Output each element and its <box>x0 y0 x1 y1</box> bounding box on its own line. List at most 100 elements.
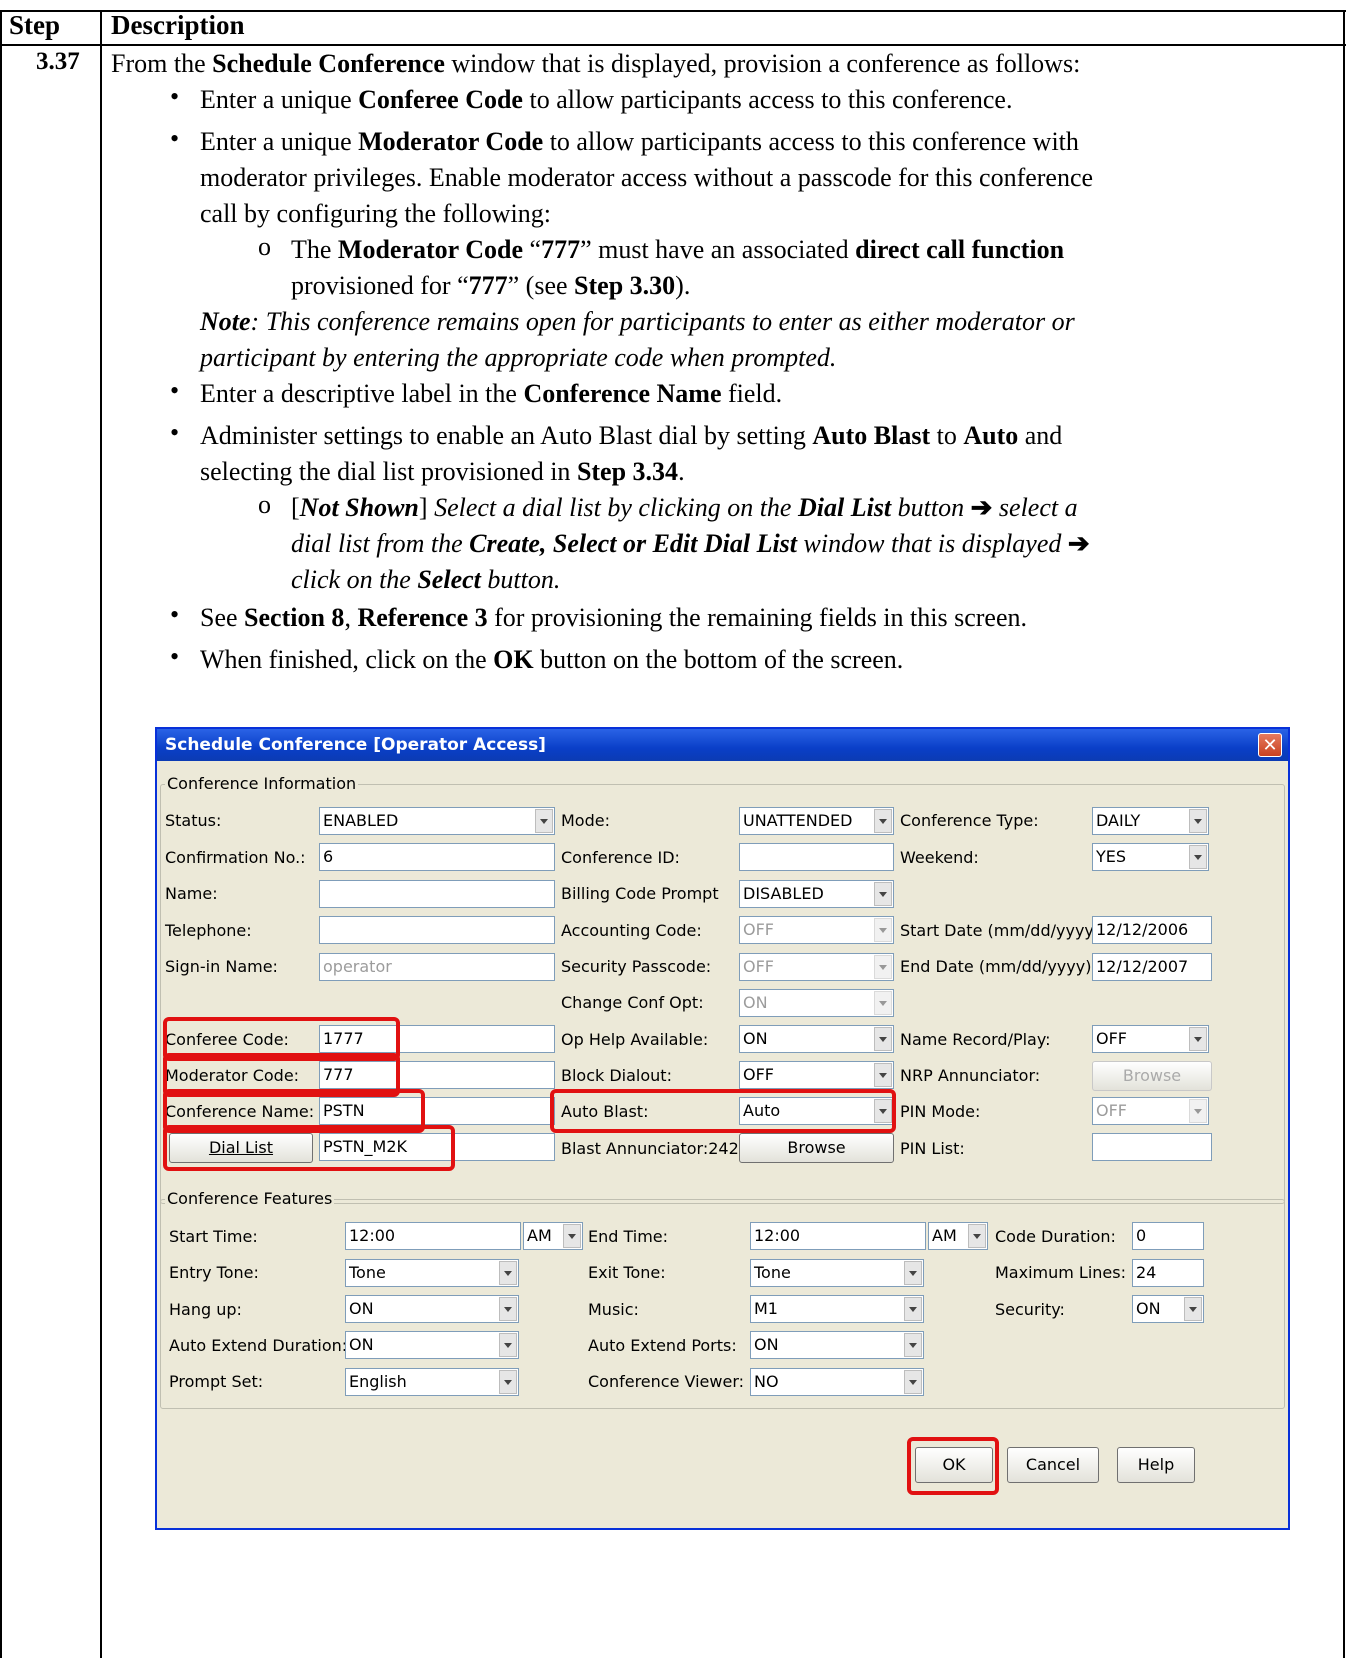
bullet-moderator-line2: moderator privileges. Enable moderator a… <box>200 163 1094 192</box>
chevron-down-icon <box>499 1261 517 1285</box>
blast-annunciator-label: Blast Annunciator:242 <box>561 1139 739 1158</box>
bullet-marker: • <box>170 124 180 153</box>
sub-bullet-direct-call: The Moderator Code “777” must have an as… <box>291 235 1065 264</box>
hang-up-label: Hang up: <box>169 1300 242 1319</box>
mode-select[interactable]: UNATTENDED <box>739 807 894 835</box>
cancel-button[interactable]: Cancel <box>1007 1447 1099 1483</box>
exit-tone-select[interactable]: Tone <box>750 1259 924 1287</box>
weekend-select[interactable]: YES <box>1092 843 1209 871</box>
conference-information-legend: Conference Information <box>165 774 359 793</box>
schedule-conference-dialog: Schedule Conference [Operator Access] ✕ … <box>155 727 1290 1530</box>
chevron-down-icon <box>563 1224 581 1248</box>
blast-browse-button[interactable]: Browse <box>739 1133 894 1163</box>
sub-bullet-dial-list-line2: dial list from the Create, Select or Edi… <box>291 529 1090 558</box>
auto-extend-duration-select[interactable]: ON <box>345 1331 519 1359</box>
hang-up-select[interactable]: ON <box>345 1295 519 1323</box>
music-select[interactable]: M1 <box>750 1295 924 1323</box>
accounting-select: OFF <box>739 916 894 944</box>
sub-bullet-direct-call-line2: provisioned for “777” (see Step 3.30). <box>291 271 691 300</box>
chevron-down-icon <box>499 1333 517 1357</box>
op-help-select[interactable]: ON <box>739 1025 894 1053</box>
end-time-field[interactable]: 12:00 <box>750 1222 926 1250</box>
auto-extend-ports-label: Auto Extend Ports: <box>588 1336 737 1355</box>
bullet-auto-blast-line2: selecting the dial list provisioned in S… <box>200 457 685 486</box>
close-icon[interactable]: ✕ <box>1258 733 1282 757</box>
table-border-left <box>0 10 2 1658</box>
arrow-icon: ➔ <box>1067 529 1090 558</box>
block-dialout-select[interactable]: OFF <box>739 1061 894 1089</box>
chevron-down-icon <box>499 1370 517 1394</box>
chevron-down-icon <box>904 1297 922 1321</box>
bullet-marker: • <box>170 376 180 405</box>
start-date-label: Start Date (mm/dd/yyyy): <box>900 921 1106 940</box>
chevron-down-icon <box>874 991 892 1015</box>
end-ampm-select[interactable]: AM <box>928 1222 988 1250</box>
change-conf-label: Change Conf Opt: <box>561 993 704 1012</box>
start-date-field[interactable]: 12/12/2006 <box>1092 916 1212 944</box>
conference-viewer-select[interactable]: NO <box>750 1368 924 1396</box>
bullet-moderator-line3: call by configuring the following: <box>200 199 551 228</box>
security-label: Security: <box>995 1300 1065 1319</box>
block-dialout-label: Block Dialout: <box>561 1066 672 1085</box>
dialog-titlebar[interactable]: Schedule Conference [Operator Access] ✕ <box>157 729 1288 761</box>
name-field[interactable] <box>319 880 555 908</box>
end-date-field[interactable]: 12/12/2007 <box>1092 953 1212 981</box>
code-duration-field[interactable]: 0 <box>1132 1222 1204 1250</box>
bullet-conference-name: Enter a descriptive label in the Confere… <box>200 379 783 408</box>
sub-bullet-marker: o <box>258 232 271 261</box>
prompt-set-select[interactable]: English <box>345 1368 519 1396</box>
name-record-label: Name Record/Play: <box>900 1030 1051 1049</box>
security-select[interactable]: ON <box>1132 1295 1204 1323</box>
name-record-select[interactable]: OFF <box>1092 1025 1209 1053</box>
help-button[interactable]: Help <box>1117 1447 1195 1483</box>
bullet-marker: • <box>170 418 180 447</box>
chevron-down-icon <box>874 882 892 906</box>
intro-text: From the Schedule Conference window that… <box>111 49 1081 78</box>
table-border-right <box>1343 10 1345 1658</box>
billing-select[interactable]: DISABLED <box>739 880 894 908</box>
highlight-ok <box>907 1437 999 1495</box>
status-select[interactable]: ENABLED <box>319 807 555 835</box>
status-label: Status: <box>165 811 222 830</box>
bullet-moderator-code: Enter a unique Moderator Code to allow p… <box>200 127 1079 156</box>
start-ampm-select[interactable]: AM <box>523 1222 583 1250</box>
signin-label: Sign-in Name: <box>165 957 278 976</box>
telephone-field[interactable] <box>319 916 555 944</box>
chevron-down-icon <box>904 1261 922 1285</box>
chevron-down-icon <box>968 1224 986 1248</box>
auto-extend-duration-label: Auto Extend Duration: <box>169 1336 348 1355</box>
maximum-lines-field[interactable]: 24 <box>1132 1259 1204 1287</box>
security-passcode-select: OFF <box>739 953 894 981</box>
bullet-ok: When finished, click on the OK button on… <box>200 645 904 674</box>
change-conf-select: ON <box>739 989 894 1017</box>
conference-id-field[interactable] <box>739 843 894 871</box>
conference-type-label: Conference Type: <box>900 811 1039 830</box>
conference-viewer-label: Conference Viewer: <box>588 1372 745 1391</box>
telephone-label: Telephone: <box>165 921 252 940</box>
maximum-lines-label: Maximum Lines: <box>995 1263 1126 1282</box>
pin-list-field[interactable] <box>1092 1133 1212 1161</box>
entry-tone-select[interactable]: Tone <box>345 1259 519 1287</box>
header-step: Step <box>9 10 61 40</box>
code-duration-label: Code Duration: <box>995 1227 1116 1246</box>
confirmation-field[interactable]: 6 <box>319 843 555 871</box>
note-text: Note: This conference remains open for p… <box>200 307 1075 336</box>
name-label: Name: <box>165 884 218 903</box>
conference-type-select[interactable]: DAILY <box>1092 807 1209 835</box>
sub-bullet-marker: o <box>258 490 271 519</box>
chevron-down-icon <box>874 1027 892 1051</box>
note-text-line2: participant by entering the appropriate … <box>200 343 837 372</box>
bullet-marker: • <box>170 642 180 671</box>
start-time-field[interactable]: 12:00 <box>345 1222 521 1250</box>
bullet-marker: • <box>170 82 180 111</box>
weekend-label: Weekend: <box>900 848 979 867</box>
chevron-down-icon <box>1189 845 1207 869</box>
pin-mode-label: PIN Mode: <box>900 1102 981 1121</box>
accounting-label: Accounting Code: <box>561 921 702 940</box>
nrp-browse-button: Browse <box>1092 1061 1212 1091</box>
dialog-title: Schedule Conference [Operator Access] <box>165 735 546 755</box>
signin-field: operator <box>319 953 555 981</box>
chevron-down-icon <box>874 1063 892 1087</box>
bullet-reference: See Section 8, Reference 3 for provision… <box>200 603 1027 632</box>
auto-extend-ports-select[interactable]: ON <box>750 1331 924 1359</box>
